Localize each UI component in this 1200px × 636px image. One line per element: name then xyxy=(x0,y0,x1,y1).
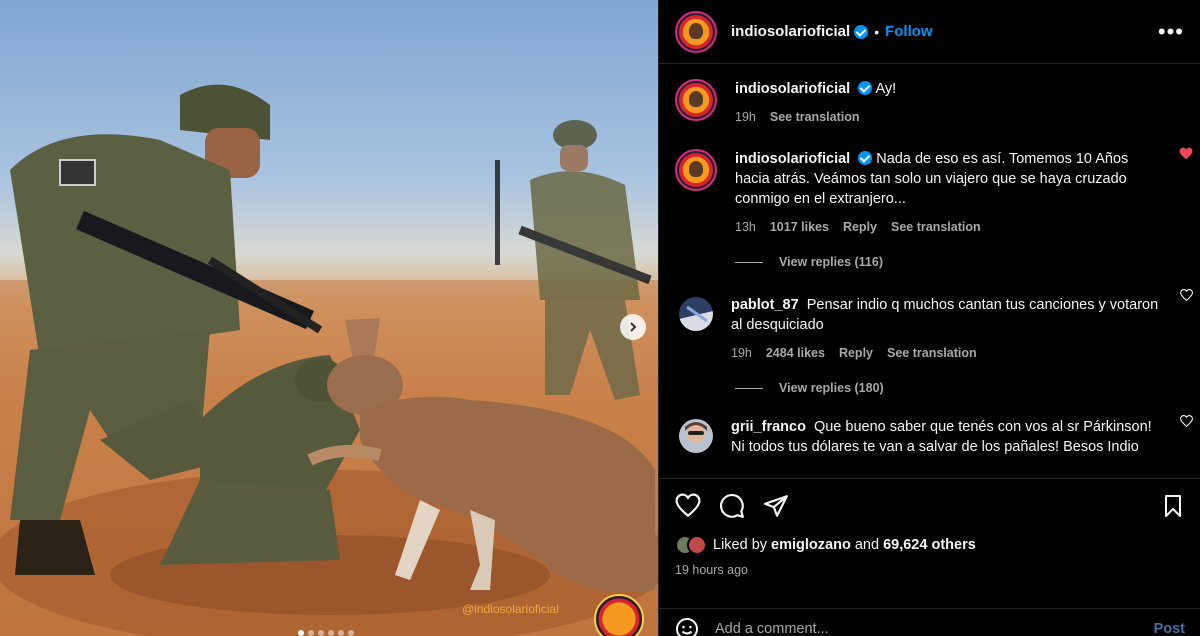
verified-badge-icon xyxy=(854,24,869,39)
liker-username[interactable]: emiglozano xyxy=(771,537,851,553)
comments-list[interactable]: indiosolarioficial Ay! 19h See translati… xyxy=(659,65,1200,477)
comment-avatar[interactable] xyxy=(675,79,717,121)
reply-button[interactable]: Reply xyxy=(843,217,877,237)
replies-line xyxy=(735,387,763,389)
share-send-icon[interactable] xyxy=(763,493,789,519)
comment-item: grii_franco Que bueno saber que tenés co… xyxy=(659,395,1200,457)
comment-item: indiosolarioficial Ay! 19h See translati… xyxy=(659,65,1200,127)
comment-likes[interactable]: 1017 likes xyxy=(770,217,829,237)
verified-badge-icon xyxy=(858,81,873,95)
author-username[interactable]: indiosolarioficial xyxy=(731,23,850,40)
comment-avatar[interactable] xyxy=(679,419,713,453)
see-translation-link[interactable]: See translation xyxy=(770,107,860,127)
likes-summary: Liked by emiglozano and 69,624 others xyxy=(675,535,1185,555)
comment-item: pablot_87 Pensar indio q muchos cantan t… xyxy=(659,269,1200,363)
post-side-panel: indiosolarioficial • Follow ••• indiosol… xyxy=(658,0,1200,636)
carousel-dot xyxy=(348,630,354,636)
see-translation-link[interactable]: See translation xyxy=(891,217,981,237)
replies-line xyxy=(735,261,763,263)
next-image-button[interactable] xyxy=(620,314,646,340)
post-actions: Liked by emiglozano and 69,624 others 19… xyxy=(659,478,1200,608)
carousel-dot xyxy=(308,630,314,636)
reply-button[interactable]: Reply xyxy=(839,343,873,363)
comment-username[interactable]: indiosolarioficial xyxy=(735,81,850,97)
post-image[interactable]: @indiosolarioficial xyxy=(0,0,658,636)
view-replies-button[interactable]: View replies (180) xyxy=(735,381,1200,395)
emoji-icon[interactable] xyxy=(675,617,699,636)
view-replies-button[interactable]: View replies (116) xyxy=(735,255,1200,269)
see-translation-link[interactable]: See translation xyxy=(887,343,977,363)
likes-text: Liked by emiglozano and 69,624 others xyxy=(713,537,976,553)
carousel-dots xyxy=(298,630,354,636)
verified-badge-icon xyxy=(858,151,873,165)
avatar-photo xyxy=(679,297,713,331)
image-watermark: @indiosolarioficial xyxy=(462,602,559,616)
comment-likes[interactable]: 2484 likes xyxy=(766,343,825,363)
carousel-dot xyxy=(328,630,334,636)
comment-text: Ay! xyxy=(875,81,897,97)
comment-item: indiosolarioficial Nada de eso es así. T… xyxy=(659,127,1200,237)
post-image-illustration xyxy=(0,84,658,636)
heart-outline-icon[interactable] xyxy=(1180,415,1193,428)
comment-avatar[interactable] xyxy=(679,297,713,331)
comment-time: 13h xyxy=(735,220,756,234)
watermark-logo xyxy=(594,594,644,636)
carousel-dot xyxy=(338,630,344,636)
comment-time: 19h xyxy=(735,110,756,124)
comment-username[interactable]: pablot_87 xyxy=(731,297,799,313)
more-options-icon[interactable]: ••• xyxy=(1158,19,1184,45)
carousel-dot xyxy=(298,630,304,636)
author-avatar[interactable] xyxy=(675,10,717,53)
heart-outline-icon[interactable] xyxy=(1180,289,1193,302)
post-comment-button[interactable]: Post xyxy=(1154,621,1185,636)
likes-and: and xyxy=(854,537,880,553)
view-replies-label: View replies (180) xyxy=(779,381,884,395)
carousel-dot xyxy=(318,630,324,636)
follow-button[interactable]: Follow xyxy=(885,23,933,40)
avatar-photo xyxy=(679,419,713,453)
comment-username[interactable]: grii_franco xyxy=(731,419,806,435)
post-timestamp: 19 hours ago xyxy=(675,563,748,577)
comment-input[interactable] xyxy=(715,620,1115,636)
comment-composer: Post xyxy=(659,608,1200,636)
like-heart-icon[interactable] xyxy=(675,493,701,519)
comment-bubble-icon[interactable] xyxy=(719,493,745,519)
comment-time: 19h xyxy=(731,346,752,360)
likes-prefix: Liked by xyxy=(713,537,768,553)
view-replies-label: View replies (116) xyxy=(779,255,883,269)
liker-avatar[interactable] xyxy=(687,535,707,555)
comment-username[interactable]: indiosolarioficial xyxy=(735,151,850,167)
separator-dot: • xyxy=(874,23,880,40)
chevron-right-icon xyxy=(630,322,637,332)
save-bookmark-icon[interactable] xyxy=(1161,494,1185,518)
post-header: indiosolarioficial • Follow ••• xyxy=(659,0,1200,64)
heart-filled-icon[interactable] xyxy=(1179,147,1193,161)
comment-avatar[interactable] xyxy=(675,149,717,191)
likes-count[interactable]: 69,624 others xyxy=(883,537,976,553)
